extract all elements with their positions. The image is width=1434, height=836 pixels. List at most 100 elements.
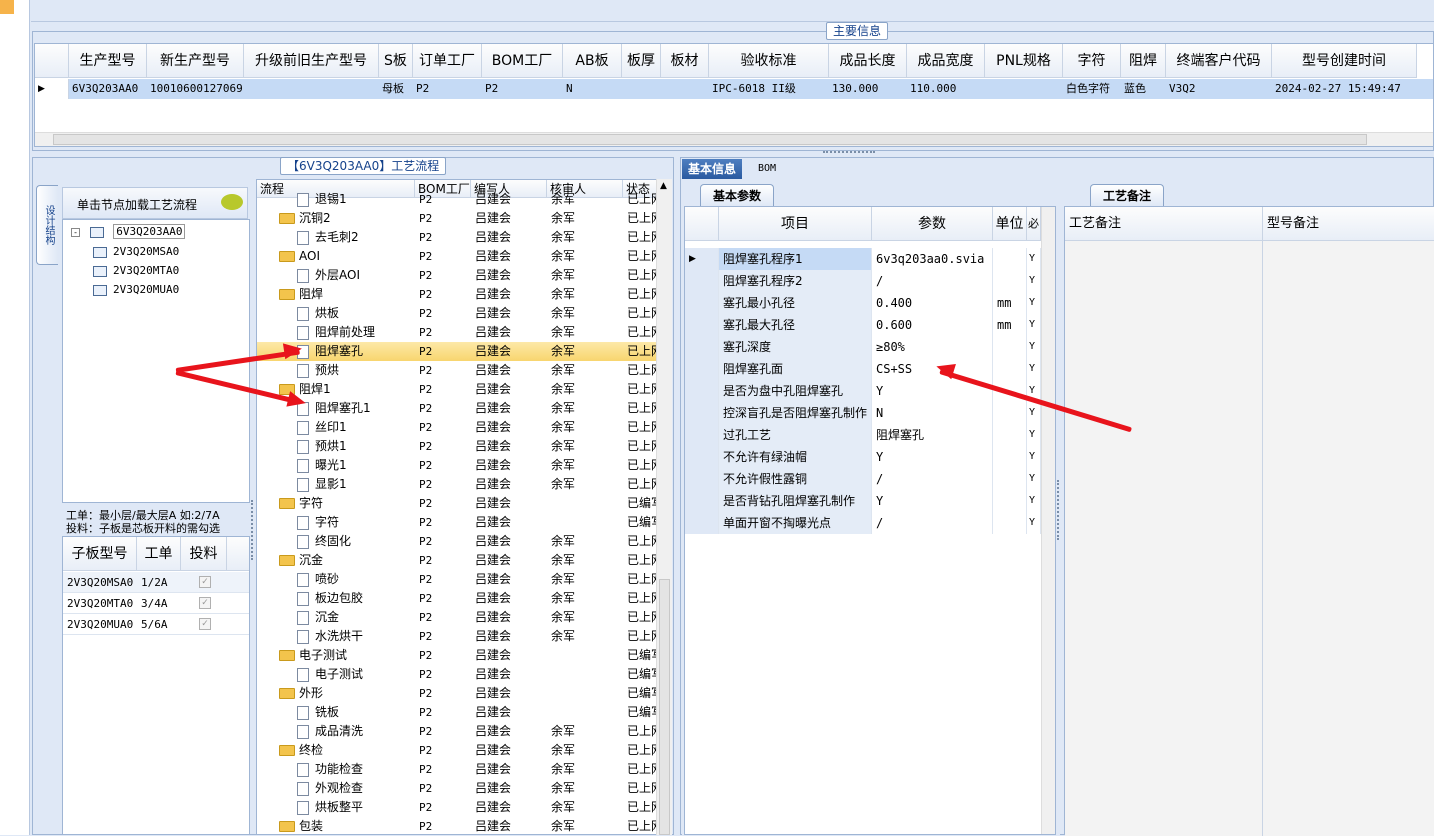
param-item-cell[interactable]: 不允许假性露铜 bbox=[719, 468, 872, 490]
param-value-cell[interactable]: 6v3q203aa0.svia bbox=[872, 248, 993, 270]
process-reviewer-cell[interactable]: 余军 bbox=[551, 285, 623, 304]
process-row[interactable]: 字符 P2 吕建会 已编写 bbox=[257, 494, 667, 513]
process-step-name[interactable]: 喷砂 bbox=[297, 570, 415, 589]
process-reviewer-cell[interactable]: 余军 bbox=[551, 380, 623, 399]
process-step-name[interactable]: 阻焊塞孔1 bbox=[297, 399, 415, 418]
process-row[interactable]: 沉金 P2 吕建会 余军 已上网 bbox=[257, 608, 667, 627]
process-writer-cell[interactable]: 吕建会 bbox=[475, 741, 547, 760]
process-bom-cell[interactable]: P2 bbox=[419, 228, 471, 247]
param-required-cell[interactable]: Y bbox=[1027, 292, 1041, 314]
process-writer-cell[interactable]: 吕建会 bbox=[475, 608, 547, 627]
tab-basic-info[interactable]: 基本信息 bbox=[682, 159, 743, 179]
process-bom-cell[interactable]: P2 bbox=[419, 589, 471, 608]
process-step-name[interactable]: 预烘1 bbox=[297, 437, 415, 456]
process-step-name[interactable]: 沉金 bbox=[297, 608, 415, 627]
main-cell[interactable]: 10010600127069 bbox=[147, 79, 244, 99]
param-value-cell[interactable]: / bbox=[872, 512, 993, 534]
process-step-name[interactable]: 电子测试 bbox=[297, 665, 415, 684]
param-item-cell[interactable]: 控深盲孔是否阻焊塞孔制作 bbox=[719, 402, 872, 424]
param-row[interactable]: 控深盲孔是否阻焊塞孔制作 N Y bbox=[685, 402, 1055, 424]
process-row[interactable]: 退锡1 P2 吕建会 余军 已上网 bbox=[257, 190, 667, 209]
main-cell[interactable]: P2 bbox=[482, 79, 563, 99]
sub-cell[interactable]: 2V3Q20MSA0 bbox=[67, 572, 137, 593]
process-reviewer-cell[interactable]: 余军 bbox=[551, 342, 623, 361]
process-step-name[interactable]: 板边包胶 bbox=[297, 589, 415, 608]
process-bom-cell[interactable]: P2 bbox=[419, 741, 471, 760]
process-row[interactable]: 阻焊 P2 吕建会 余军 已上网 bbox=[257, 285, 667, 304]
param-value-cell[interactable]: CS+SS bbox=[872, 358, 993, 380]
process-step-name[interactable]: 烘板 bbox=[297, 304, 415, 323]
process-row[interactable]: 阻焊前处理 P2 吕建会 余军 已上网 bbox=[257, 323, 667, 342]
remark-model-cell[interactable] bbox=[1263, 241, 1434, 836]
process-reviewer-cell[interactable]: 余军 bbox=[551, 190, 623, 209]
process-row[interactable]: 外形 P2 吕建会 已编写 bbox=[257, 684, 667, 703]
process-row[interactable]: 喷砂 P2 吕建会 余军 已上网 bbox=[257, 570, 667, 589]
process-reviewer-cell[interactable]: 余军 bbox=[551, 399, 623, 418]
process-row[interactable]: 烘板整平 P2 吕建会 余军 已上网 bbox=[257, 798, 667, 817]
process-reviewer-cell[interactable]: 余军 bbox=[551, 304, 623, 323]
param-item-cell[interactable]: 不允许有绿油帽 bbox=[719, 446, 872, 468]
param-grid[interactable]: 项目 参数 单位必 ▶ 阻焊塞孔程序1 6v3q203aa0.svia Y 阻焊塞孔程序2/Y… bbox=[684, 206, 1056, 835]
process-bom-cell[interactable]: P2 bbox=[419, 456, 471, 475]
param-item-cell[interactable]: 是否背钻孔阻焊塞孔制作 bbox=[719, 490, 872, 512]
process-reviewer-cell[interactable]: 余军 bbox=[551, 209, 623, 228]
process-writer-cell[interactable]: 吕建会 bbox=[475, 532, 547, 551]
process-row[interactable]: 沉铜2 P2 吕建会 余军 已上网 bbox=[257, 209, 667, 228]
process-writer-cell[interactable]: 吕建会 bbox=[475, 627, 547, 646]
main-cell[interactable]: IPC-6018 II级 bbox=[709, 79, 829, 99]
process-writer-cell[interactable]: 吕建会 bbox=[475, 513, 547, 532]
process-writer-cell[interactable]: 吕建会 bbox=[475, 304, 547, 323]
param-vertical-scrollbar[interactable] bbox=[1041, 207, 1055, 834]
param-value-cell[interactable]: 0.600 bbox=[872, 314, 993, 336]
process-writer-cell[interactable]: 吕建会 bbox=[475, 190, 547, 209]
param-unit-cell[interactable] bbox=[993, 336, 1027, 358]
process-step-name[interactable]: 电子测试 bbox=[279, 646, 415, 665]
process-step-name[interactable]: 去毛刺2 bbox=[297, 228, 415, 247]
process-step-name[interactable]: 水洗烘干 bbox=[297, 627, 415, 646]
process-reviewer-cell[interactable]: 余军 bbox=[551, 475, 623, 494]
tab-process-remark[interactable]: 工艺备注 bbox=[1090, 184, 1165, 206]
sub-grid-row[interactable]: 2V3Q20MSA0 1/2A ✓ bbox=[63, 572, 249, 593]
sub-cell[interactable]: 2V3Q20MTA0 bbox=[67, 593, 137, 614]
param-item-cell[interactable]: 是否为盘中孔阻焊塞孔 bbox=[719, 380, 872, 402]
main-cell[interactable] bbox=[985, 79, 1063, 99]
param-row[interactable]: 塞孔深度 ≥80% Y bbox=[685, 336, 1055, 358]
process-step-name[interactable]: 包装 bbox=[279, 817, 415, 834]
process-reviewer-cell[interactable]: 余军 bbox=[551, 456, 623, 475]
main-info-row[interactable]: ▶ 6V3Q203AA0 10010600127069 母板 P2 P2 N IPC-601… bbox=[35, 79, 1433, 99]
process-bom-cell[interactable]: P2 bbox=[419, 361, 471, 380]
param-required-cell[interactable]: Y bbox=[1027, 248, 1041, 270]
tab-basic-params[interactable]: 基本参数 bbox=[700, 184, 775, 206]
process-writer-cell[interactable]: 吕建会 bbox=[475, 228, 547, 247]
param-unit-cell[interactable] bbox=[993, 512, 1027, 534]
process-row[interactable]: 水洗烘干 P2 吕建会 余军 已上网 bbox=[257, 627, 667, 646]
main-cell[interactable]: 2024-02-27 15:49:47 bbox=[1272, 79, 1417, 99]
scroll-thumb[interactable] bbox=[53, 134, 1367, 145]
process-row[interactable]: 铣板 P2 吕建会 已编写 bbox=[257, 703, 667, 722]
param-item-cell[interactable]: 过孔工艺 bbox=[719, 424, 872, 446]
process-reviewer-cell[interactable]: 余军 bbox=[551, 570, 623, 589]
process-row[interactable]: 阻焊1 P2 吕建会 余军 已上网 bbox=[257, 380, 667, 399]
process-step-name[interactable]: 字符 bbox=[279, 494, 415, 513]
process-writer-cell[interactable]: 吕建会 bbox=[475, 209, 547, 228]
param-unit-cell[interactable] bbox=[993, 248, 1027, 270]
param-required-cell[interactable]: Y bbox=[1027, 512, 1041, 534]
process-writer-cell[interactable]: 吕建会 bbox=[475, 646, 547, 665]
process-bom-cell[interactable]: P2 bbox=[419, 266, 471, 285]
process-row[interactable]: 烘板 P2 吕建会 余军 已上网 bbox=[257, 304, 667, 323]
process-row[interactable]: 阻焊塞孔 P2 吕建会 余军 已上网 bbox=[257, 342, 667, 361]
param-value-cell[interactable]: 阻焊塞孔 bbox=[872, 424, 993, 446]
process-bom-cell[interactable]: P2 bbox=[419, 304, 471, 323]
sub-grid-row[interactable]: 2V3Q20MTA0 3/4A ✓ bbox=[63, 593, 249, 614]
param-value-cell[interactable]: N bbox=[872, 402, 993, 424]
process-bom-cell[interactable]: P2 bbox=[419, 570, 471, 589]
process-step-name[interactable]: 预烘 bbox=[297, 361, 415, 380]
param-row[interactable]: 单面开窗不掏曝光点 / Y bbox=[685, 512, 1055, 534]
param-unit-cell[interactable] bbox=[993, 490, 1027, 512]
process-reviewer-cell[interactable]: 余军 bbox=[551, 551, 623, 570]
process-writer-cell[interactable]: 吕建会 bbox=[475, 703, 547, 722]
param-value-cell[interactable]: ≥80% bbox=[872, 336, 993, 358]
main-cell[interactable]: 130.000 bbox=[829, 79, 907, 99]
param-row[interactable]: 是否背钻孔阻焊塞孔制作 Y Y bbox=[685, 490, 1055, 512]
process-writer-cell[interactable]: 吕建会 bbox=[475, 361, 547, 380]
